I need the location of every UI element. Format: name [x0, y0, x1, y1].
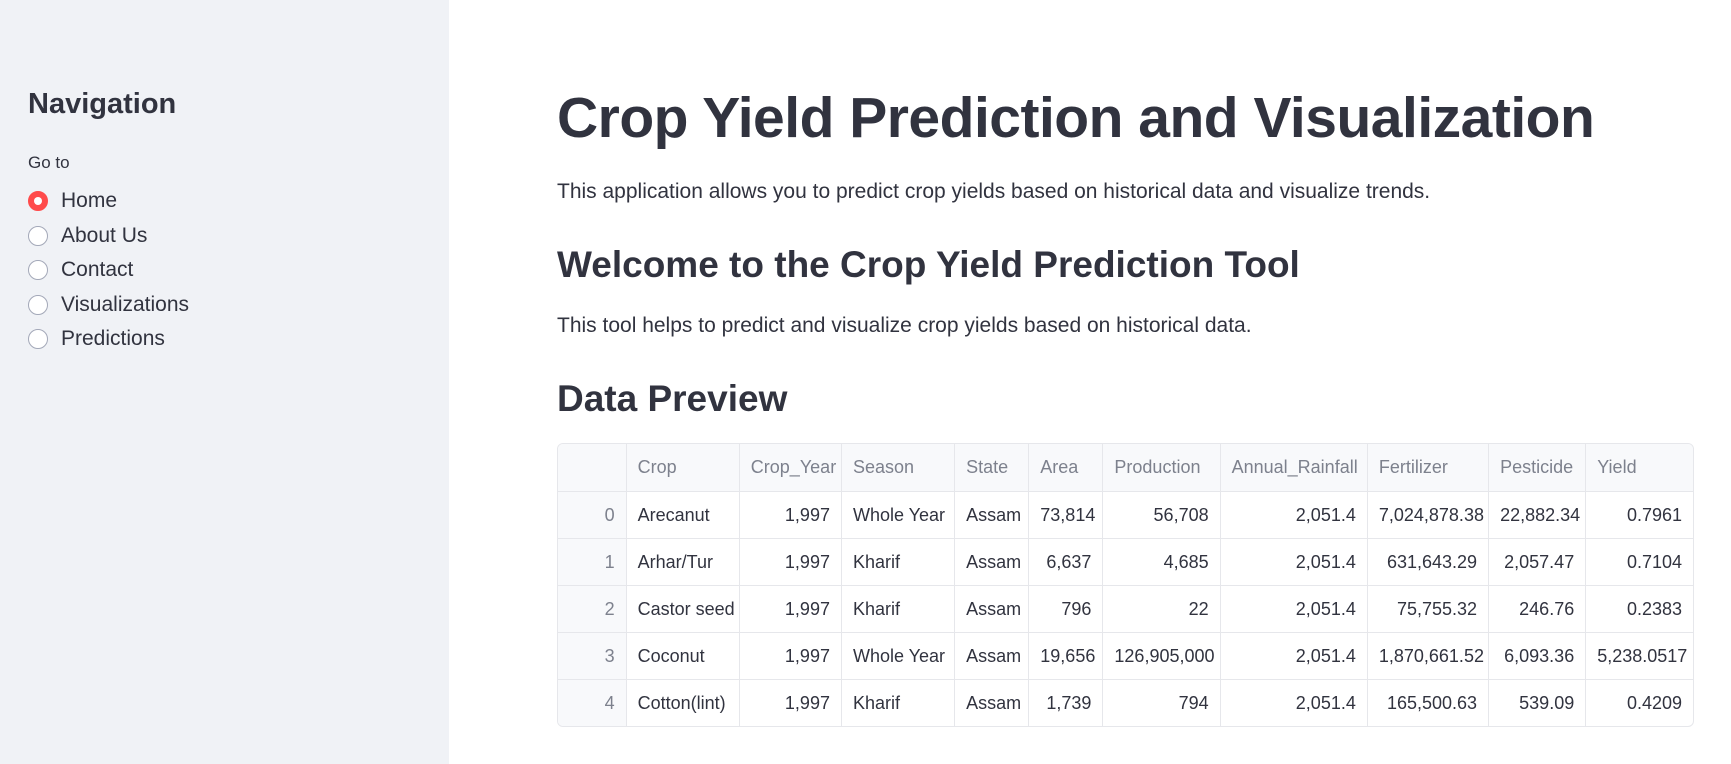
- radio-option-about-us[interactable]: About Us: [28, 219, 189, 254]
- table-cell[interactable]: Kharif: [841, 679, 956, 726]
- table-cell[interactable]: 75,755.32: [1367, 585, 1490, 633]
- table-cell[interactable]: 5,238.0517: [1585, 632, 1693, 680]
- radio-option-predictions[interactable]: Predictions: [28, 322, 189, 357]
- radio-unselected-icon[interactable]: [28, 329, 48, 350]
- table-cell[interactable]: 7,024,878.38: [1367, 491, 1490, 539]
- table-row: 4 Cotton(lint) 1,997 Kharif Assam 1,739 …: [558, 679, 1693, 727]
- table-cell[interactable]: Whole Year: [841, 632, 956, 680]
- row-index[interactable]: 2: [558, 585, 627, 633]
- table-cell[interactable]: 2,051.4: [1220, 632, 1368, 680]
- table-cell[interactable]: 1,997: [739, 538, 842, 586]
- table-cell[interactable]: 1,870,661.52: [1367, 632, 1490, 680]
- table-cell[interactable]: Assam: [954, 679, 1030, 726]
- table-cell[interactable]: 126,905,000: [1102, 632, 1221, 680]
- radio-option-label: Contact: [61, 258, 134, 282]
- radio-option-label: About Us: [61, 223, 148, 247]
- table-cell[interactable]: 1,997: [739, 585, 842, 633]
- table-cell[interactable]: 631,643.29: [1367, 538, 1490, 586]
- table-cell[interactable]: 22: [1102, 585, 1221, 633]
- table-cell[interactable]: 794: [1102, 679, 1221, 726]
- table-cell[interactable]: Coconut: [626, 632, 740, 680]
- table-row: 1 Arhar/Tur 1,997 Kharif Assam 6,637 4,6…: [558, 538, 1693, 586]
- radio-option-label: Visualizations: [61, 292, 190, 316]
- intro-text: This application allows you to predict c…: [557, 180, 1431, 203]
- table-cell[interactable]: 1,997: [739, 491, 842, 539]
- table-cell[interactable]: Whole Year: [841, 491, 956, 539]
- column-header[interactable]: Fertilizer: [1367, 444, 1490, 492]
- radio-option-home[interactable]: Home: [28, 184, 189, 219]
- table-cell[interactable]: Assam: [954, 632, 1030, 680]
- table-cell[interactable]: 796: [1028, 585, 1104, 633]
- welcome-heading: Welcome to the Crop Yield Prediction Too…: [557, 244, 1300, 285]
- row-index[interactable]: 3: [558, 632, 627, 680]
- column-header[interactable]: Crop: [626, 444, 740, 492]
- column-header[interactable]: Crop_Year: [739, 444, 842, 492]
- table-header-row: Crop Crop_Year Season State Area Product…: [558, 444, 1693, 492]
- table-cell[interactable]: 1,997: [739, 679, 842, 726]
- page-title: Crop Yield Prediction and Visualization: [557, 86, 1595, 150]
- table-cell[interactable]: 2,051.4: [1220, 679, 1368, 726]
- table-row: 0 Arecanut 1,997 Whole Year Assam 73,814…: [558, 491, 1693, 539]
- radio-selected-icon[interactable]: [28, 191, 48, 212]
- column-header[interactable]: Annual_Rainfall: [1220, 444, 1368, 492]
- navigation-radio-group: Home About Us Contact Visualizations Pre…: [28, 184, 189, 357]
- table-cell[interactable]: Kharif: [841, 585, 956, 633]
- table-cell[interactable]: 246.76: [1488, 585, 1587, 633]
- column-header[interactable]: Area: [1028, 444, 1104, 492]
- table-cell[interactable]: Kharif: [841, 538, 956, 586]
- table-cell[interactable]: 1,739: [1028, 679, 1104, 726]
- table-cell[interactable]: Assam: [954, 585, 1030, 633]
- table-cell[interactable]: 1,997: [739, 632, 842, 680]
- table-cell[interactable]: 0.7961: [1585, 491, 1693, 539]
- radio-group-label: Go to: [28, 153, 70, 172]
- tool-description: This tool helps to predict and visualize…: [557, 314, 1252, 337]
- table-cell[interactable]: Arhar/Tur: [626, 538, 740, 586]
- table-row: 3 Coconut 1,997 Whole Year Assam 19,656 …: [558, 632, 1693, 680]
- radio-option-label: Home: [61, 189, 118, 213]
- sidebar-title: Navigation: [28, 88, 177, 120]
- radio-unselected-icon[interactable]: [28, 260, 48, 281]
- table-cell[interactable]: 2,051.4: [1220, 538, 1368, 586]
- column-header[interactable]: Yield: [1585, 444, 1693, 492]
- table-cell[interactable]: Castor seed: [626, 585, 740, 633]
- table-cell[interactable]: Assam: [954, 491, 1030, 539]
- app: Navigation Go to Home About Us Contact V…: [0, 0, 1731, 764]
- table-cell[interactable]: 0.4209: [1586, 680, 1693, 727]
- column-header[interactable]: Pesticide: [1488, 444, 1587, 492]
- radio-option-visualizations[interactable]: Visualizations: [28, 288, 189, 323]
- table-cell[interactable]: 165,500.63: [1367, 679, 1490, 726]
- table-row: 2 Castor seed 1,997 Kharif Assam 796 22 …: [558, 585, 1693, 633]
- radio-unselected-icon[interactable]: [28, 294, 48, 315]
- radio-option-label: Predictions: [61, 327, 165, 351]
- table-cell[interactable]: 22,882.34: [1488, 491, 1587, 539]
- row-index[interactable]: 0: [558, 491, 627, 539]
- table-cell[interactable]: 0.2383: [1585, 585, 1693, 633]
- radio-unselected-icon[interactable]: [28, 225, 48, 246]
- row-index[interactable]: 4: [558, 679, 627, 726]
- row-index[interactable]: 1: [558, 538, 627, 586]
- table-cell[interactable]: 6,637: [1028, 538, 1104, 586]
- radio-option-contact[interactable]: Contact: [28, 253, 189, 288]
- table-cell[interactable]: Assam: [954, 538, 1030, 586]
- table-cell[interactable]: 0.7104: [1585, 538, 1693, 586]
- column-header[interactable]: Season: [841, 444, 956, 492]
- table-cell[interactable]: 4,685: [1102, 538, 1221, 586]
- table-cell[interactable]: Arecanut: [626, 491, 740, 539]
- column-header[interactable]: State: [954, 444, 1030, 492]
- table-cell[interactable]: 56,708: [1102, 491, 1221, 539]
- sidebar: Navigation Go to Home About Us Contact V…: [0, 0, 449, 764]
- column-header-index[interactable]: [558, 444, 627, 492]
- data-preview-heading: Data Preview: [557, 378, 788, 419]
- table-cell[interactable]: 539.09: [1488, 679, 1587, 726]
- data-preview-table[interactable]: Crop Crop_Year Season State Area Product…: [557, 443, 1694, 727]
- table-cell[interactable]: 2,057.47: [1488, 538, 1587, 586]
- table-cell[interactable]: 2,051.4: [1220, 585, 1368, 633]
- table-cell[interactable]: 6,093.36: [1488, 632, 1587, 680]
- table-cell[interactable]: Cotton(lint): [626, 679, 740, 726]
- table-cell[interactable]: 19,656: [1028, 632, 1104, 680]
- table-cell[interactable]: 73,814: [1028, 491, 1104, 539]
- column-header[interactable]: Production: [1102, 444, 1221, 492]
- table-cell[interactable]: 2,051.4: [1220, 491, 1368, 539]
